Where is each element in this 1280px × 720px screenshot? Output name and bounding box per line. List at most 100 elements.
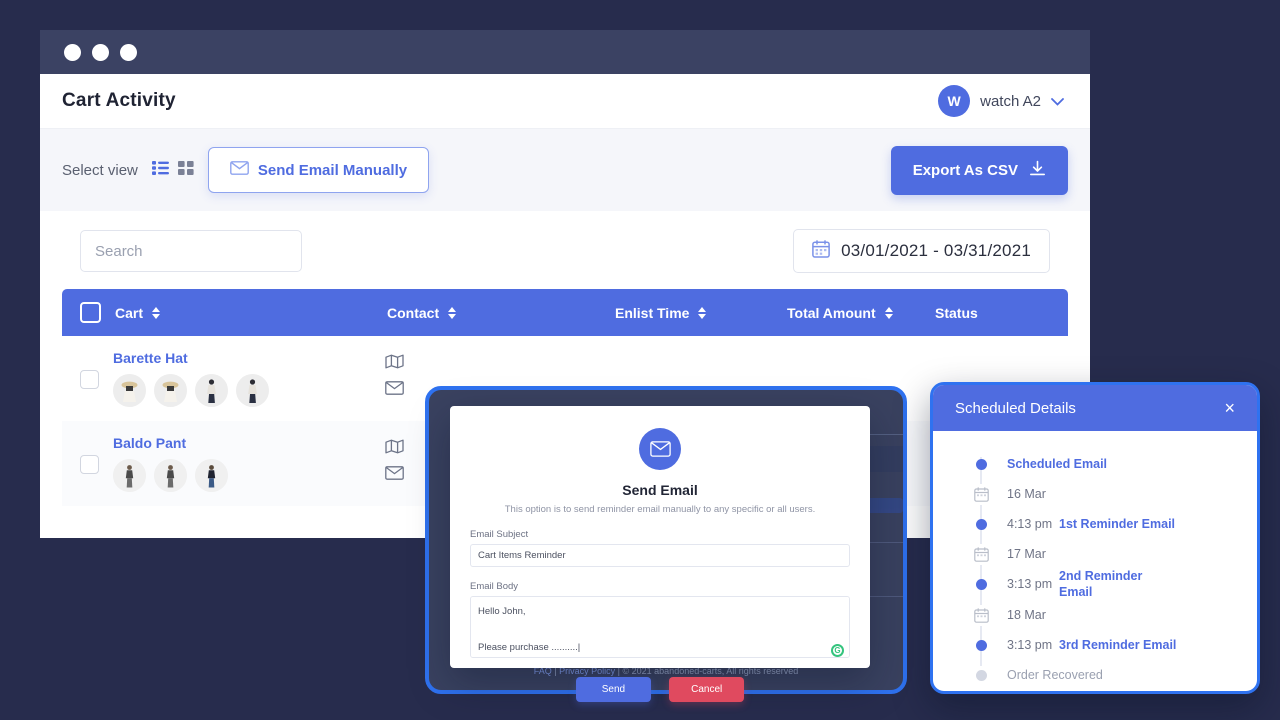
table-header-row: Cart Contact Enlist Time Total Amount St… — [62, 289, 1068, 336]
window-close-dot[interactable] — [64, 43, 81, 61]
column-header-status: Status — [935, 305, 1055, 321]
column-header-enlist-time[interactable]: Enlist Time — [615, 305, 787, 321]
export-csv-button[interactable]: Export As CSV — [890, 145, 1068, 195]
column-header-total-amount-label: Total Amount — [787, 304, 876, 321]
timeline-date-item: 18 Mar — [933, 600, 1257, 630]
modal-subtitle: This option is to send reminder email ma… — [504, 504, 816, 515]
timeline-item: Scheduled Email — [933, 449, 1257, 479]
timeline-dot — [976, 579, 987, 591]
timeline-event-label: Scheduled Email — [1007, 457, 1108, 471]
chevron-down-icon[interactable] — [1051, 94, 1064, 109]
window-maximize-dot[interactable] — [120, 43, 137, 61]
timeline-time: 3:13 pm — [1007, 638, 1053, 653]
timeline-date-label: 16 Mar — [1007, 487, 1046, 501]
sort-icon[interactable] — [448, 306, 457, 319]
timeline-time: 3:13 pm — [1007, 576, 1053, 591]
browser-chrome — [40, 30, 1090, 74]
toolbar-left-group: Select view Send Email Manually — [62, 147, 430, 193]
timeline-event-label: 2nd Reminder Email — [1059, 569, 1143, 599]
email-body-input[interactable] — [470, 596, 850, 658]
date-range-picker[interactable]: 03/01/2021 - 03/31/2021 — [793, 229, 1050, 273]
grammarly-icon[interactable]: G — [831, 644, 844, 657]
avatar: W — [938, 85, 971, 117]
cancel-button[interactable]: Cancel — [669, 677, 745, 702]
product-thumbnail — [154, 374, 187, 407]
column-header-cart-label: Cart — [115, 304, 144, 321]
modal-title: Send Email — [622, 482, 698, 498]
sort-icon[interactable] — [884, 306, 893, 319]
send-button[interactable]: Send — [575, 677, 652, 702]
export-csv-label: Export As CSV — [912, 161, 1018, 179]
window-minimize-dot[interactable] — [92, 43, 109, 61]
select-view-label: Select view — [62, 161, 138, 179]
product-thumbnail — [236, 374, 269, 407]
user-name: watch A2 — [980, 92, 1041, 110]
timeline-time: 4:13 pm — [1007, 517, 1053, 531]
modal-actions: Send Cancel — [470, 677, 850, 702]
sort-icon[interactable] — [698, 306, 707, 319]
product-thumbnail — [195, 459, 228, 492]
email-subject-input[interactable] — [470, 544, 850, 567]
timeline-dot — [976, 639, 987, 651]
map-icon[interactable] — [385, 439, 404, 459]
product-thumbnail — [113, 459, 146, 492]
envelope-icon — [229, 161, 249, 179]
cart-name[interactable]: Baldo Pant — [113, 435, 385, 451]
calendar-icon — [971, 483, 992, 505]
email-body-wrapper: G — [470, 596, 850, 663]
map-icon[interactable] — [385, 354, 404, 374]
close-icon[interactable]: × — [1224, 399, 1235, 417]
app-header: Cart Activity W watch A2 — [40, 74, 1090, 129]
grid-view-icon[interactable] — [177, 160, 194, 180]
user-menu[interactable]: W watch A2 — [938, 85, 1064, 117]
timeline-dot — [976, 458, 987, 470]
email-body-label: Email Body — [470, 581, 519, 592]
column-header-total-amount[interactable]: Total Amount — [787, 305, 935, 321]
row-checkbox[interactable] — [80, 370, 99, 389]
timeline-event-label: 1st Reminder Email — [1059, 517, 1176, 531]
calendar-icon — [971, 604, 992, 626]
calendar-icon — [971, 543, 992, 565]
download-icon — [1029, 160, 1046, 181]
screen: Cart Activity W watch A2 Select view Sen… — [0, 0, 1280, 720]
modal-envelope-icon — [639, 428, 681, 470]
column-header-status-label: Status — [935, 304, 978, 321]
search-input[interactable] — [80, 230, 302, 272]
date-range-value: 03/01/2021 - 03/31/2021 — [841, 241, 1031, 260]
timeline-event-label: 3rd Reminder Email — [1059, 638, 1177, 653]
column-header-contact[interactable]: Contact — [387, 305, 615, 321]
sort-icon[interactable] — [152, 306, 161, 319]
column-header-cart[interactable]: Cart — [115, 305, 387, 321]
toolbar: Select view Send Email Manually Export A… — [40, 129, 1090, 211]
timeline-dot — [976, 669, 987, 681]
envelope-icon[interactable] — [385, 466, 404, 485]
cart-cell: Barette Hat — [113, 350, 385, 407]
column-header-contact-label: Contact — [387, 304, 440, 321]
scheduled-details-panel: Scheduled Details × Scheduled Email 16 M… — [930, 382, 1260, 694]
scheduled-timeline: Scheduled Email 16 Mar 4:13 pm 1st Remin… — [933, 431, 1257, 690]
product-thumbnail — [154, 459, 187, 492]
product-thumbnails — [113, 459, 385, 492]
timeline-event-label: Order Recovered — [1007, 668, 1103, 683]
timeline-item: Order Recovered — [933, 660, 1257, 690]
timeline-date-label: 18 Mar — [1007, 608, 1046, 623]
timeline-date-item: 16 Mar — [933, 479, 1257, 509]
cart-name[interactable]: Barette Hat — [113, 350, 385, 366]
scheduled-details-title: Scheduled Details — [955, 399, 1076, 417]
column-header-enlist-time-label: Enlist Time — [615, 304, 690, 321]
row-checkbox[interactable] — [80, 455, 99, 474]
contact-cell — [385, 350, 404, 400]
timeline-date-label: 17 Mar — [1007, 547, 1046, 561]
timeline-item: 4:13 pm 1st Reminder Email — [933, 509, 1257, 539]
list-view-icon[interactable] — [151, 160, 169, 180]
send-email-manually-label: Send Email Manually — [257, 161, 408, 179]
cart-cell: Baldo Pant — [113, 435, 385, 492]
send-email-manually-button[interactable]: Send Email Manually — [207, 147, 430, 193]
contact-cell — [385, 435, 404, 485]
select-all-checkbox[interactable] — [80, 302, 101, 323]
scheduled-details-header: Scheduled Details × — [933, 385, 1257, 431]
envelope-icon[interactable] — [385, 381, 404, 400]
timeline-item: 3:13 pm 2nd Reminder Email — [933, 569, 1257, 600]
timeline-item: 3:13 pm 3rd Reminder Email — [933, 630, 1257, 660]
email-subject-label: Email Subject — [470, 529, 529, 540]
